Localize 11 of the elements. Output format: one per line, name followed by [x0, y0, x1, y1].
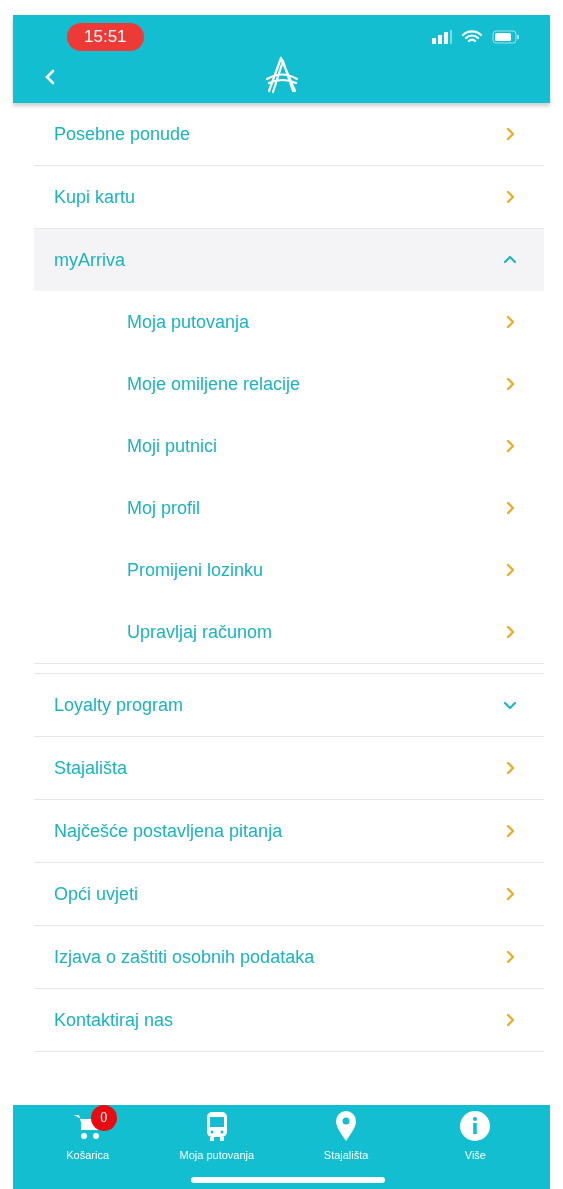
- cart-count: 0: [90, 1105, 117, 1131]
- info-icon: [458, 1109, 493, 1143]
- signal-icon: [432, 30, 452, 44]
- tab-item[interactable]: Stajališta: [286, 1105, 407, 1189]
- tab-item[interactable]: Košarica 0: [27, 1105, 148, 1189]
- status-time: 15:51: [67, 23, 144, 51]
- menu-group[interactable]: myArriva: [34, 229, 544, 291]
- wifi-icon: [462, 30, 482, 44]
- tab-item[interactable]: Više: [415, 1105, 536, 1189]
- battery-icon: [492, 30, 520, 44]
- back-button[interactable]: [43, 67, 57, 87]
